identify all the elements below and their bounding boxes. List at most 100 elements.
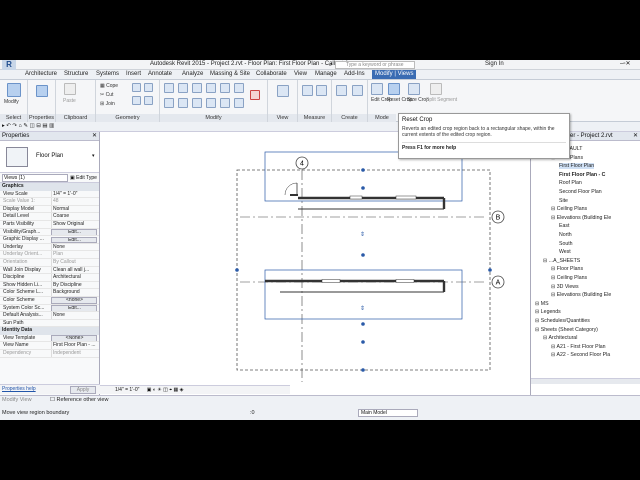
browser-item[interactable]: Second Floor Plan <box>559 189 602 195</box>
tab-systems[interactable]: Systems <box>96 71 119 77</box>
tab-collaborate[interactable]: Collaborate <box>256 71 287 77</box>
browser-item[interactable]: ⊟ MS <box>535 301 549 307</box>
browser-item[interactable]: Roof Plan <box>559 180 582 186</box>
group-label-select[interactable]: Select <box>0 114 27 122</box>
cope-button[interactable]: ▦ Cope <box>100 83 118 89</box>
browser-item[interactable]: West <box>559 249 571 255</box>
edit-crop-icon[interactable] <box>371 83 383 95</box>
property-section[interactable]: Graphics <box>0 183 99 191</box>
scale-icon[interactable] <box>234 98 244 108</box>
properties-help-link[interactable]: Properties help <box>2 386 36 392</box>
browser-item[interactable]: ⊟ Floor Plans <box>551 266 583 272</box>
browser-item[interactable]: ⊟ Ceiling Plans <box>551 206 587 212</box>
browser-item[interactable]: ⊟ A22 - Second Floor Pla <box>551 352 610 358</box>
tab-architecture[interactable]: Architecture <box>25 71 57 77</box>
options-bar-tools[interactable]: ▸ ↶ ↷ ⌂ ✎ ◫ ⊟ ▤ ▥ <box>2 123 54 129</box>
group-label-geometry[interactable]: Geometry <box>96 114 159 122</box>
mirror-icon[interactable] <box>192 83 202 93</box>
sign-in-button[interactable]: Sign In <box>485 61 504 67</box>
cut-button[interactable]: ✂ Cut <box>100 92 113 98</box>
create-group-icon[interactable] <box>352 85 363 96</box>
reset-crop-icon[interactable] <box>388 83 400 95</box>
instance-selector[interactable]: Views (1) <box>2 174 68 182</box>
tab-view[interactable]: View <box>294 71 307 77</box>
search-input[interactable]: Type a keyword or phrase <box>335 61 415 69</box>
size-crop-icon[interactable] <box>408 83 420 95</box>
edit-type-button[interactable]: ▣ Edit Type <box>70 174 97 182</box>
browser-item[interactable]: East <box>559 223 569 229</box>
browser-item[interactable]: North <box>559 232 572 238</box>
browser-item[interactable]: ⊟ Architectural <box>543 335 577 341</box>
browser-item[interactable]: ⊟ A21 - First Floor Plan <box>551 344 606 350</box>
browser-item[interactable]: South <box>559 241 573 247</box>
mirror-draw-icon[interactable] <box>206 83 216 93</box>
split-segment-label[interactable]: Split Segment <box>426 97 457 103</box>
paste-icon[interactable] <box>64 83 76 95</box>
revit-logo[interactable]: R <box>2 60 16 70</box>
property-value[interactable]: Coarse <box>51 213 97 221</box>
view-control-icons[interactable]: ▣ ◐ ☀ ◫ ⌖ ▦ ◈ <box>147 387 184 393</box>
ref-other-view-checkbox[interactable]: ☐ Reference other view <box>50 397 108 403</box>
tab-analyze[interactable]: Analyze <box>182 71 203 77</box>
split-segment-icon[interactable] <box>430 83 442 95</box>
apply-button[interactable]: Apply <box>70 386 96 394</box>
join-button[interactable]: ⊞ Join <box>100 101 115 107</box>
tab-insert[interactable]: Insert <box>126 71 141 77</box>
property-value[interactable]: By Discipline <box>51 281 97 289</box>
view-icon[interactable] <box>277 85 289 97</box>
property-section[interactable]: Identity Data <box>0 327 99 335</box>
align-icon[interactable] <box>164 83 174 93</box>
browser-item[interactable]: ⊟ Schedules/Quantities <box>535 318 590 324</box>
property-value[interactable]: Independent <box>51 350 97 357</box>
move-icon[interactable] <box>164 98 174 108</box>
browser-item[interactable]: First Floor Plan <box>559 163 595 170</box>
close-icon[interactable]: ✕ <box>633 132 638 141</box>
browser-item[interactable]: ⊟ ...A_SHEETS <box>543 258 580 264</box>
tab-modify-views[interactable]: Modify | Views <box>372 70 417 79</box>
tab-massing-site[interactable]: Massing & Site <box>210 71 250 77</box>
browser-scrollbar[interactable] <box>531 378 640 384</box>
browser-item[interactable]: ⊟ 3D Views <box>551 284 579 290</box>
delete-icon[interactable] <box>250 90 260 100</box>
chevron-down-icon[interactable]: ▾ <box>92 153 95 159</box>
modify-arrow-icon[interactable] <box>7 83 21 97</box>
workset-indicator[interactable]: Modify View <box>2 397 32 403</box>
property-value[interactable]: Show Original <box>51 220 97 228</box>
property-value[interactable]: By Callout <box>51 258 97 266</box>
property-value[interactable]: <none> <box>51 297 97 304</box>
split-icon[interactable] <box>220 83 230 93</box>
browser-item[interactable]: ⊟ Elevations (Building Ele <box>551 292 611 298</box>
property-value[interactable]: Architectural <box>51 274 97 281</box>
copy-icon[interactable] <box>178 98 188 108</box>
design-option-select[interactable]: Main Model <box>358 409 418 417</box>
floor-plan-drawing[interactable]: 4 B A ⇕ ⇕ <box>100 132 530 395</box>
browser-item[interactable]: ⊟ Elevations (Building Ele <box>551 215 611 221</box>
type-selector[interactable]: Floor Plan ▾ <box>0 141 99 173</box>
geometry-tool-icon[interactable] <box>144 96 153 105</box>
group-label-view[interactable]: View <box>268 114 297 122</box>
create-similar-icon[interactable] <box>336 85 347 96</box>
property-value[interactable]: None <box>51 312 97 319</box>
trim-icon[interactable] <box>206 98 216 108</box>
property-value[interactable]: Normal <box>51 205 97 213</box>
measure-icon[interactable] <box>302 85 313 96</box>
tab-manage[interactable]: Manage <box>315 71 337 77</box>
close-icon[interactable]: ✕ <box>92 132 97 141</box>
group-label-create[interactable]: Create <box>332 114 367 122</box>
drawing-canvas[interactable]: 4 B A ⇕ ⇕ <box>100 132 530 395</box>
dimension-icon[interactable] <box>316 85 327 96</box>
tab-add-ins[interactable]: Add-Ins <box>344 71 365 77</box>
group-label-measure[interactable]: Measure <box>298 114 331 122</box>
tab-structure[interactable]: Structure <box>64 71 88 77</box>
offset-icon[interactable] <box>178 83 188 93</box>
rotate-icon[interactable] <box>192 98 202 108</box>
property-value[interactable]: Clean all wall j... <box>51 266 97 274</box>
property-value[interactable]: 48 <box>51 198 97 205</box>
pin-icon[interactable] <box>234 83 244 93</box>
browser-item[interactable]: ⊟ Ceiling Plans <box>551 275 587 281</box>
geometry-tool-icon[interactable] <box>144 83 153 92</box>
browser-item[interactable]: First Floor Plan - C <box>559 172 605 178</box>
properties-icon[interactable] <box>36 85 48 97</box>
modify-button-label[interactable]: Modify <box>4 99 19 105</box>
browser-item[interactable]: Site <box>559 198 568 204</box>
